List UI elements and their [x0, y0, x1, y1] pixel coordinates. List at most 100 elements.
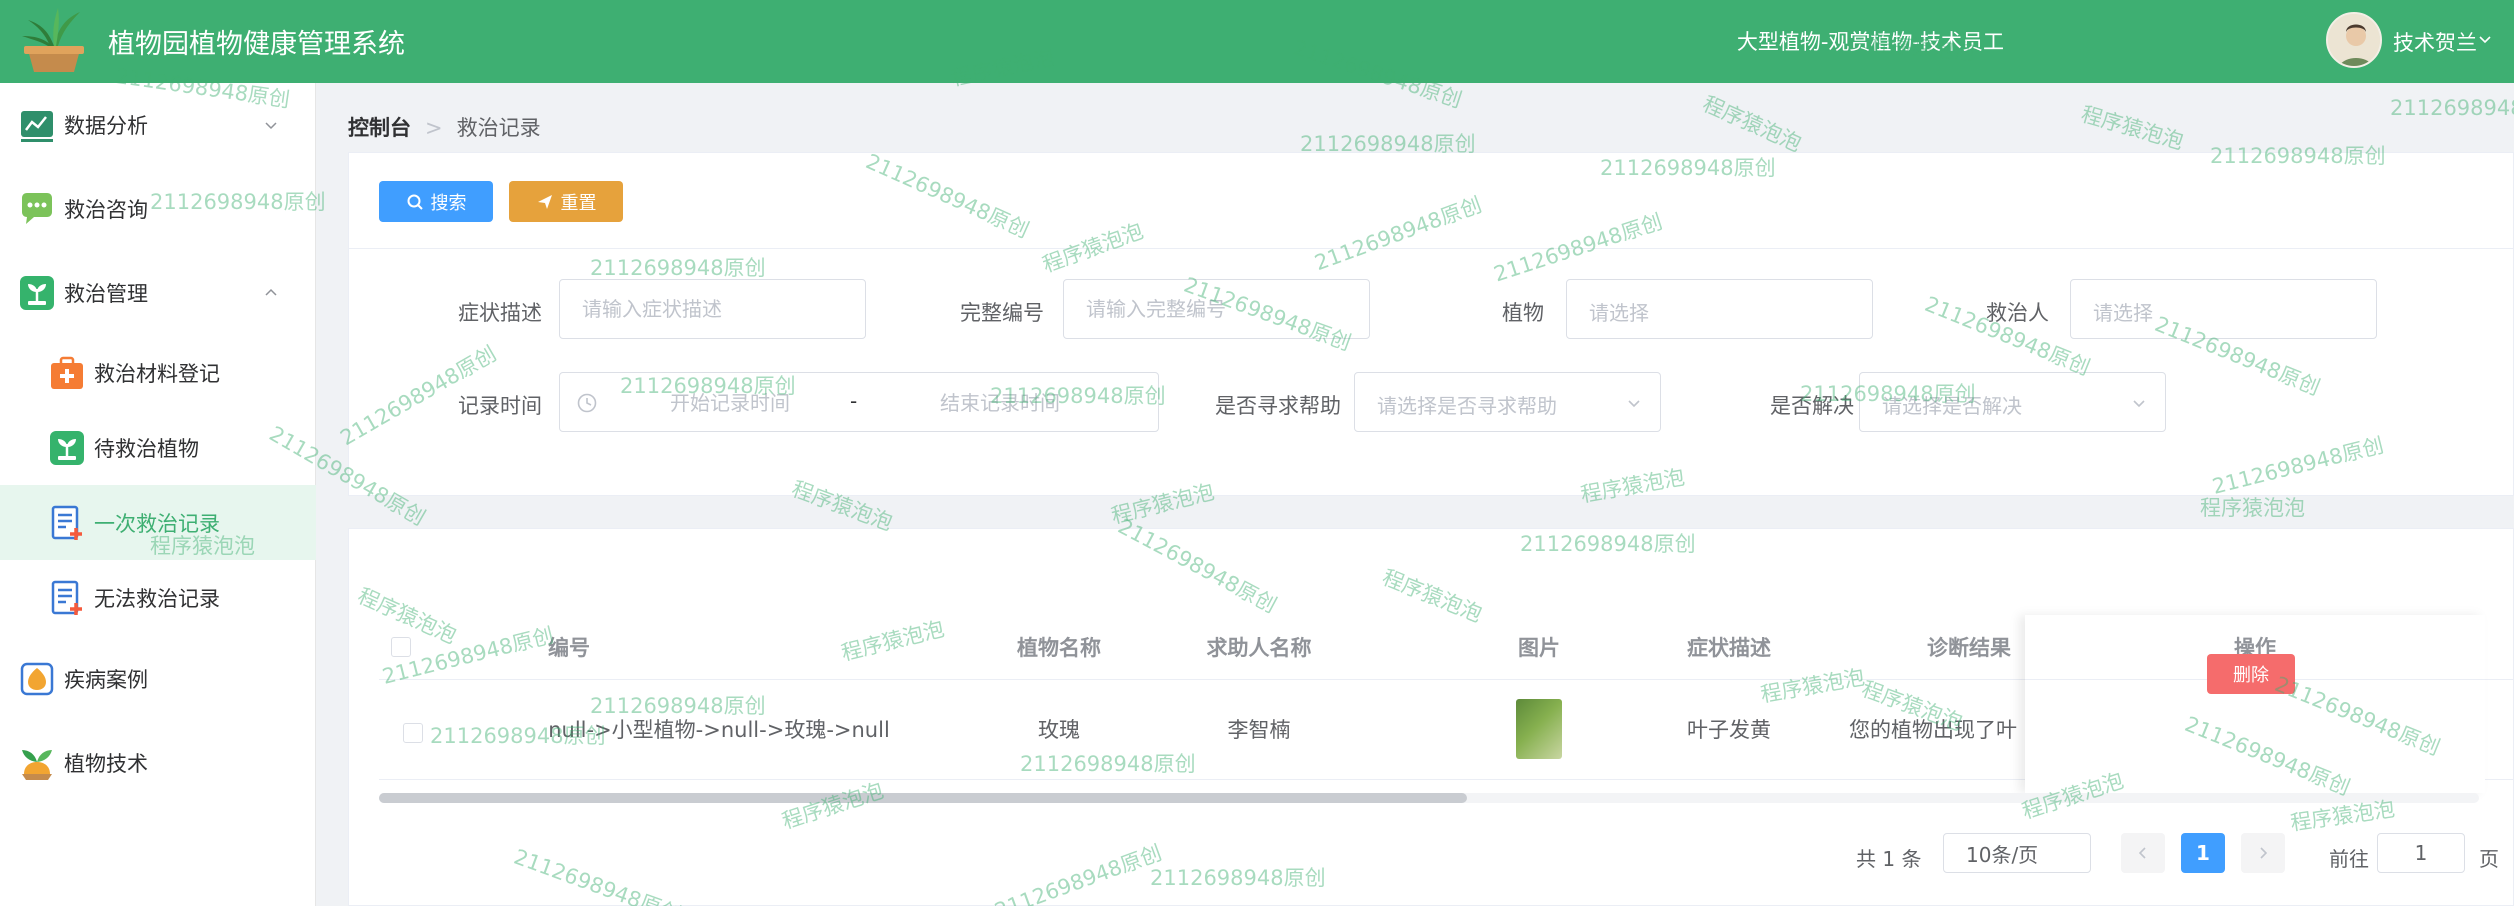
rescuer-select-placeholder: 请选择	[2093, 301, 2153, 325]
rescuer-select[interactable]: 请选择	[2070, 279, 2377, 339]
chevron-down-icon	[2133, 400, 2145, 408]
case-icon	[20, 662, 54, 696]
goto-page-input[interactable]	[2377, 833, 2465, 873]
sidebar-item-pending-plants[interactable]: 待救治植物	[0, 410, 316, 485]
chart-icon	[21, 111, 53, 142]
range-separator: -	[850, 389, 858, 413]
sidebar-item-label: 数据分析	[64, 114, 148, 138]
goto-label: 前往	[2329, 847, 2369, 871]
cell-image[interactable]	[1489, 679, 1589, 779]
plant-icon	[50, 430, 84, 465]
search-button[interactable]: 搜索	[379, 181, 493, 222]
sidebar-item-rescue-management[interactable]: 救治管理	[0, 251, 316, 335]
search-panel: 搜索 重置 症状描述 完整编号 植物 请选择 救治人 请选择 记录时间 - 是否…	[348, 152, 2514, 496]
cell-requester: 李智楠	[1227, 718, 1291, 742]
full-code-label: 完整编号	[960, 301, 1044, 325]
column-header[interactable]: 求助人名称	[1139, 615, 1379, 679]
seek-help-select[interactable]: 请选择是否寻求帮助	[1354, 372, 1661, 432]
next-page-button[interactable]	[2241, 833, 2285, 873]
record-icon	[51, 505, 82, 540]
column-header[interactable]: 植物名称	[979, 615, 1139, 679]
record-time-label: 记录时间	[458, 394, 542, 418]
reset-button-label: 重置	[560, 192, 597, 213]
sidebar-item-single-rescue-record[interactable]: 一次救治记录	[0, 485, 316, 560]
tech-icon	[22, 750, 52, 780]
pagination-total: 共 1 条	[1856, 847, 1922, 871]
chevron-left-icon	[2138, 847, 2146, 859]
plant-select[interactable]: 请选择	[1566, 279, 1873, 339]
app-title: 植物园植物健康管理系统	[108, 29, 405, 60]
potted-plant-logo	[22, 8, 84, 72]
start-time-input[interactable]	[620, 386, 840, 420]
column-header[interactable]: 症状描述	[1649, 615, 1809, 679]
send-icon	[537, 194, 552, 209]
page-size-select[interactable]: 10条/页	[1943, 833, 2091, 873]
select-all-checkbox[interactable]	[391, 637, 411, 657]
cell-symptom: 叶子发黄	[1687, 718, 1771, 742]
delete-button[interactable]: 删除	[2207, 654, 2295, 694]
symptom-input[interactable]	[559, 279, 866, 339]
prev-page-button[interactable]	[2121, 833, 2165, 873]
row-checkbox[interactable]	[403, 723, 423, 743]
record-icon	[51, 580, 82, 615]
medkit-icon	[51, 356, 83, 389]
chevron-right-icon	[2260, 847, 2268, 859]
search-icon	[407, 194, 423, 210]
sidebar-item-label: 植物技术	[64, 752, 148, 776]
watermark-text: 程序猿泡泡	[2200, 496, 2305, 520]
horizontal-scrollbar[interactable]	[379, 793, 2479, 803]
top-bar: 植物园植物健康管理系统 大型植物-观赏植物-技术员工 技术贺兰	[0, 0, 2514, 83]
record-time-range[interactable]: -	[559, 372, 1159, 432]
resolved-select[interactable]: 请选择是否解决	[1859, 372, 2166, 432]
page-unit-label: 页	[2479, 847, 2499, 871]
sidebar-item-plant-tech[interactable]: 植物技术	[0, 721, 316, 805]
cell-diagnosis: 您的植物出现了叶	[1849, 718, 2017, 742]
plant-label: 植物	[1502, 301, 1544, 325]
column-header[interactable]: 图片	[1489, 615, 1589, 679]
breadcrumb-home[interactable]: 控制台	[348, 116, 411, 140]
end-time-input[interactable]	[890, 386, 1110, 420]
sidebar-item-label: 救治材料登记	[94, 361, 220, 386]
column-header[interactable]: 编号	[419, 615, 719, 679]
sidebar-item-label: 无法救治记录	[94, 586, 220, 611]
resolved-label: 是否解决	[1770, 394, 1854, 418]
resolved-placeholder: 请选择是否解决	[1882, 394, 2022, 418]
breadcrumb-current: 救治记录	[456, 116, 541, 140]
reset-button[interactable]: 重置	[509, 181, 623, 222]
user-role: 大型植物-观赏植物-技术员工	[1736, 30, 2004, 54]
avatar[interactable]	[2326, 12, 2382, 68]
sidebar-item-data-analysis[interactable]: 数据分析	[0, 83, 316, 167]
chevron-down-icon	[1628, 400, 1640, 408]
avatar-image	[2328, 14, 2380, 66]
breadcrumb-separator: >	[425, 116, 443, 140]
watermark-text: 2112698948原创	[2390, 96, 2514, 120]
sidebar-item-unrescuable-record[interactable]: 无法救治记录	[0, 560, 316, 635]
sidebar-item-rescue-consult[interactable]: 救治咨询	[0, 167, 316, 251]
seek-help-placeholder: 请选择是否寻求帮助	[1377, 394, 1557, 418]
scrollbar-thumb[interactable]	[379, 793, 1467, 803]
chevron-down-icon	[265, 122, 277, 130]
sidebar-item-label: 待救治植物	[94, 436, 199, 461]
sidebar-item-material-register[interactable]: 救治材料登记	[0, 335, 316, 410]
sidebar-item-label: 疾病案例	[64, 668, 148, 692]
chevron-down-icon[interactable]	[2479, 33, 2491, 45]
plant-care-icon	[20, 276, 54, 310]
sidebar-item-disease-cases[interactable]: 疾病案例	[0, 637, 316, 721]
page-size-value: 10条/页	[1966, 842, 2039, 867]
sidebar-item-label: 一次救治记录	[94, 511, 220, 536]
sidebar-item-label: 救治管理	[64, 282, 148, 306]
full-code-input[interactable]	[1063, 279, 1370, 339]
rescuer-label: 救治人	[1986, 301, 2049, 325]
sidebar-item-label: 救治咨询	[64, 198, 148, 222]
chat-bubble-icon	[22, 193, 52, 224]
seek-help-label: 是否寻求帮助	[1215, 394, 1341, 418]
user-name[interactable]: 技术贺兰	[2393, 27, 2477, 57]
clock-icon	[577, 393, 597, 413]
page-number-button[interactable]: 1	[2181, 833, 2225, 873]
plant-select-placeholder: 请选择	[1589, 301, 1649, 325]
cell-code: null->小型植物->null->玫瑰->null	[548, 718, 890, 742]
plant-thumbnail[interactable]	[1516, 699, 1562, 759]
cell-plant-name: 玫瑰	[1038, 718, 1080, 742]
watermark-text: 程序猿泡泡	[1699, 91, 1805, 157]
records-table-panel: 编号 植物名称 求助人名称 图片 症状描述 诊断结果 null->小型植物->n…	[348, 528, 2514, 906]
